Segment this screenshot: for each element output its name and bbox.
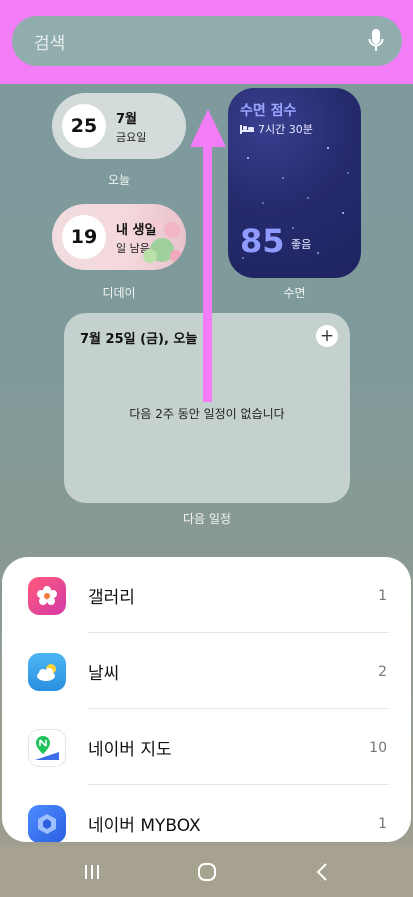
app-count: 10 (369, 739, 387, 756)
search-input[interactable]: 검색 (34, 29, 368, 54)
sleep-widget[interactable]: 수면 점수 7시간 30분 85 좋음 (228, 88, 361, 278)
today-month: 7월 (116, 111, 138, 127)
weather-icon (28, 652, 66, 691)
swipe-up-arrow-shaft (203, 140, 212, 402)
list-item[interactable]: 갤러리 1 (2, 557, 411, 634)
back-icon (316, 863, 327, 881)
today-caption: 오늘 (107, 173, 131, 187)
sleep-grade: 좋음 (291, 238, 312, 251)
dday-widget[interactable]: 19 내 생일 일 남음 (52, 204, 186, 270)
home-icon (198, 863, 216, 881)
system-navigation-bar (0, 846, 413, 897)
list-item[interactable]: 날씨 2 (2, 633, 411, 710)
naver-mybox-icon (28, 804, 66, 842)
sleep-score: 85 (240, 222, 285, 260)
schedule-empty-message: 다음 2주 동안 일정이 없습니다 (129, 407, 285, 421)
recent-apps-button[interactable] (78, 860, 106, 884)
schedule-caption: 다음 일정 (183, 512, 231, 526)
search-bar[interactable]: 검색 (12, 16, 402, 66)
microphone-icon[interactable] (368, 28, 384, 54)
dday-caption: 디데이 (102, 286, 136, 300)
schedule-date: 7월 25일 (금), 오늘 (80, 332, 198, 347)
list-item[interactable]: 네이버 지도 10 (2, 709, 411, 786)
gallery-icon (28, 576, 66, 615)
app-count: 1 (378, 815, 387, 832)
naver-map-icon (28, 728, 66, 767)
app-name: 네이버 MYBOX (88, 816, 201, 836)
add-event-button[interactable]: + (316, 325, 338, 347)
today-day-number: 25 (62, 104, 106, 148)
birthday-illustration-icon (143, 219, 182, 263)
swipe-up-arrow-icon (190, 109, 226, 147)
recent-apps-icon (85, 865, 99, 879)
list-item[interactable]: 네이버 MYBOX 1 (2, 785, 411, 842)
app-list-sheet: 갤러리 1 날씨 2 네이버 지도 10 네이버 MYBOX 1 (2, 557, 411, 842)
app-count: 2 (378, 663, 387, 680)
app-name: 갤러리 (88, 588, 135, 608)
home-button[interactable] (193, 860, 221, 884)
today-weekday: 금요일 (116, 130, 147, 144)
today-calendar-widget[interactable]: 25 7월 금요일 (52, 93, 186, 159)
dday-number: 19 (62, 215, 106, 259)
back-button[interactable] (308, 860, 336, 884)
sleep-caption: 수면 (283, 286, 306, 300)
bed-icon (240, 125, 254, 134)
sleep-duration-row: 7시간 30분 (240, 121, 313, 137)
sleep-title: 수면 점수 (240, 103, 297, 119)
sleep-duration: 7시간 30분 (258, 123, 313, 136)
app-count: 1 (378, 587, 387, 604)
app-name: 날씨 (88, 664, 120, 684)
app-name: 네이버 지도 (88, 740, 172, 760)
